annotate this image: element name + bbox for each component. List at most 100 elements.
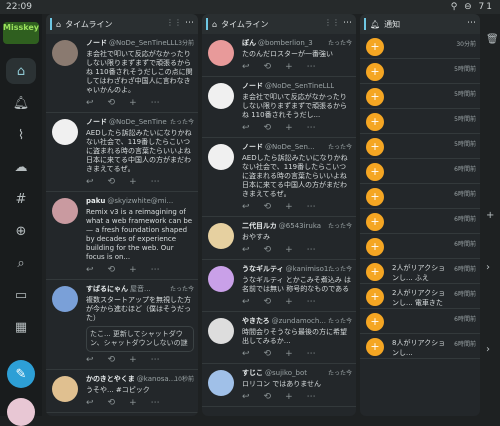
notification[interactable]: +30分前 (360, 34, 480, 59)
react-icon[interactable]: + (285, 246, 293, 255)
notification[interactable]: +2人がリアクションし... 電車きた 6時間前 (360, 284, 480, 309)
avatar[interactable] (52, 286, 78, 312)
display-name[interactable]: すばるにゃん (86, 285, 128, 294)
react-icon[interactable]: + (129, 99, 137, 108)
timestamp[interactable]: たった今 (328, 265, 352, 274)
more-icon[interactable]: ⋯ (151, 399, 160, 408)
renote-icon[interactable]: ⟲ (108, 99, 116, 108)
more-icon[interactable]: ⋯ (307, 63, 316, 72)
reply-icon[interactable]: ↩ (242, 246, 250, 255)
notification[interactable]: +2人がリアクションし... ふえ 6時間前 (360, 259, 480, 284)
reply-icon[interactable]: ↩ (242, 350, 250, 359)
note[interactable]: paku @skyizwhite@mi... Remix v3 is a reima… (46, 192, 198, 280)
avatar[interactable] (208, 144, 234, 170)
display-name[interactable]: 二代目ルカ (242, 222, 277, 231)
reply-icon[interactable]: ↩ (242, 124, 250, 133)
username[interactable]: @zundamoch... (272, 317, 326, 326)
more-icon[interactable]: ⋯ (151, 266, 160, 275)
timestamp[interactable]: 10秒前 (174, 375, 194, 384)
timestamp[interactable]: たった今 (328, 222, 352, 231)
trash-icon[interactable]: 🗑 (486, 34, 499, 45)
avatar[interactable] (208, 318, 234, 344)
display-name[interactable]: かのきとやくま (86, 375, 135, 384)
notification[interactable]: +6時間前 (360, 159, 480, 184)
display-name[interactable]: ノード (242, 143, 263, 152)
quoted-note[interactable]: たこ... 更新してシャットダウン、シャットダウンしないの謎 (86, 326, 194, 352)
notification[interactable]: +6時間前 (360, 209, 480, 234)
notification[interactable]: +6時間前 (360, 309, 480, 334)
reply-icon[interactable]: ↩ (86, 356, 94, 365)
hashtag-icon[interactable]: # (6, 186, 36, 212)
app-logo[interactable]: Misskey (3, 22, 39, 44)
display-name[interactable]: ぽん (242, 39, 256, 48)
notification[interactable]: +5時間前 (360, 84, 480, 109)
react-icon[interactable]: + (129, 266, 137, 275)
reply-icon[interactable]: ↩ (242, 63, 250, 72)
react-icon[interactable]: + (285, 124, 293, 133)
cloud-icon[interactable]: ☁ (6, 154, 36, 180)
note[interactable]: すじこ @sujiko_bot たった今 ロリコン ではありません ↩ ⟲ + ⋯ (202, 364, 356, 407)
drag-handle-icon[interactable]: ⋮⋮ (166, 18, 182, 27)
add-column-icon[interactable]: + (486, 210, 494, 221)
notification[interactable]: +5時間前 (360, 109, 480, 134)
renote-icon[interactable]: ⟲ (108, 266, 116, 275)
avatar[interactable] (208, 223, 234, 249)
display-name[interactable]: うなギルティ (242, 265, 284, 274)
timestamp[interactable]: たった今 (328, 39, 352, 48)
note[interactable]: 二代目ルカ @6543iruka たった今 おやすみ ↩ ⟲ + ⋯ (202, 217, 356, 260)
reply-icon[interactable]: ↩ (86, 178, 94, 187)
username[interactable]: @kanosa... (137, 375, 176, 384)
reply-icon[interactable]: ↩ (242, 298, 250, 307)
renote-icon[interactable]: ⟲ (264, 124, 272, 133)
username[interactable]: @NoDe_SenTine (109, 118, 167, 127)
renote-icon[interactable]: ⟲ (264, 203, 272, 212)
more-icon[interactable]: ⋯ (307, 298, 316, 307)
username[interactable]: @NoDe_SenTineLLL (109, 39, 178, 48)
renote-icon[interactable]: ⟲ (108, 356, 116, 365)
timestamp[interactable]: たった今 (328, 369, 352, 378)
reply-icon[interactable]: ↩ (86, 399, 94, 408)
tv-icon[interactable]: ▭ (6, 282, 36, 308)
avatar[interactable] (52, 40, 78, 66)
notification[interactable]: +5時間前 (360, 59, 480, 84)
react-icon[interactable]: + (285, 203, 293, 212)
renote-icon[interactable]: ⟲ (264, 350, 272, 359)
search-icon[interactable]: ⌕ (6, 250, 36, 276)
globe-icon[interactable]: ⊕ (6, 218, 36, 244)
timestamp[interactable]: たった今 (328, 317, 352, 326)
timestamp[interactable]: たった今 (328, 143, 352, 152)
display-name[interactable]: ノード (242, 82, 263, 91)
notification[interactable]: +6時間前 (360, 234, 480, 259)
chevron-right-icon[interactable]: › (486, 262, 490, 273)
reply-icon[interactable]: ↩ (86, 266, 94, 275)
more-icon[interactable]: ⋯ (151, 99, 160, 108)
username[interactable]: 屋音... (130, 285, 151, 294)
note[interactable]: すばるにゃん 屋音... たった今 複数スタートアップを無視した方が今から進むほど（僕… (46, 280, 198, 370)
avatar[interactable] (208, 83, 234, 109)
grid-icon[interactable]: ▦ (6, 314, 36, 340)
home-icon[interactable]: ⌂ (6, 58, 36, 84)
reply-icon[interactable]: ↩ (86, 99, 94, 108)
avatar[interactable] (7, 398, 35, 426)
more-icon[interactable]: ⋯ (467, 18, 476, 28)
more-icon[interactable]: ⋯ (307, 124, 316, 133)
react-icon[interactable]: + (129, 178, 137, 187)
username[interactable]: @6543iruka (279, 222, 321, 231)
username[interactable]: @bomberlion_3 (258, 39, 313, 48)
more-icon[interactable]: ⋯ (343, 18, 352, 28)
renote-icon[interactable]: ⟲ (264, 246, 272, 255)
display-name[interactable]: paku (86, 197, 105, 206)
notification[interactable]: +8人がリアクションし... 6時間前 (360, 334, 480, 359)
avatar[interactable] (208, 266, 234, 292)
bell-icon[interactable]: 🔔︎ (6, 90, 36, 116)
more-icon[interactable]: ⋯ (185, 18, 194, 28)
username[interactable]: @skyizwhite@mi... (107, 197, 173, 206)
timestamp[interactable]: たった今 (170, 118, 194, 127)
more-icon[interactable]: ⋯ (307, 393, 316, 402)
display-name[interactable]: ノード (86, 39, 107, 48)
note[interactable]: ノード @NoDe_SenTineLLL 3分前 ま会社で叩いて反応がなかったりしない… (46, 34, 198, 113)
display-name[interactable]: ノード (86, 118, 107, 127)
username[interactable]: @sujiko_bot (265, 369, 307, 378)
react-icon[interactable]: + (129, 399, 137, 408)
avatar[interactable] (52, 376, 78, 402)
